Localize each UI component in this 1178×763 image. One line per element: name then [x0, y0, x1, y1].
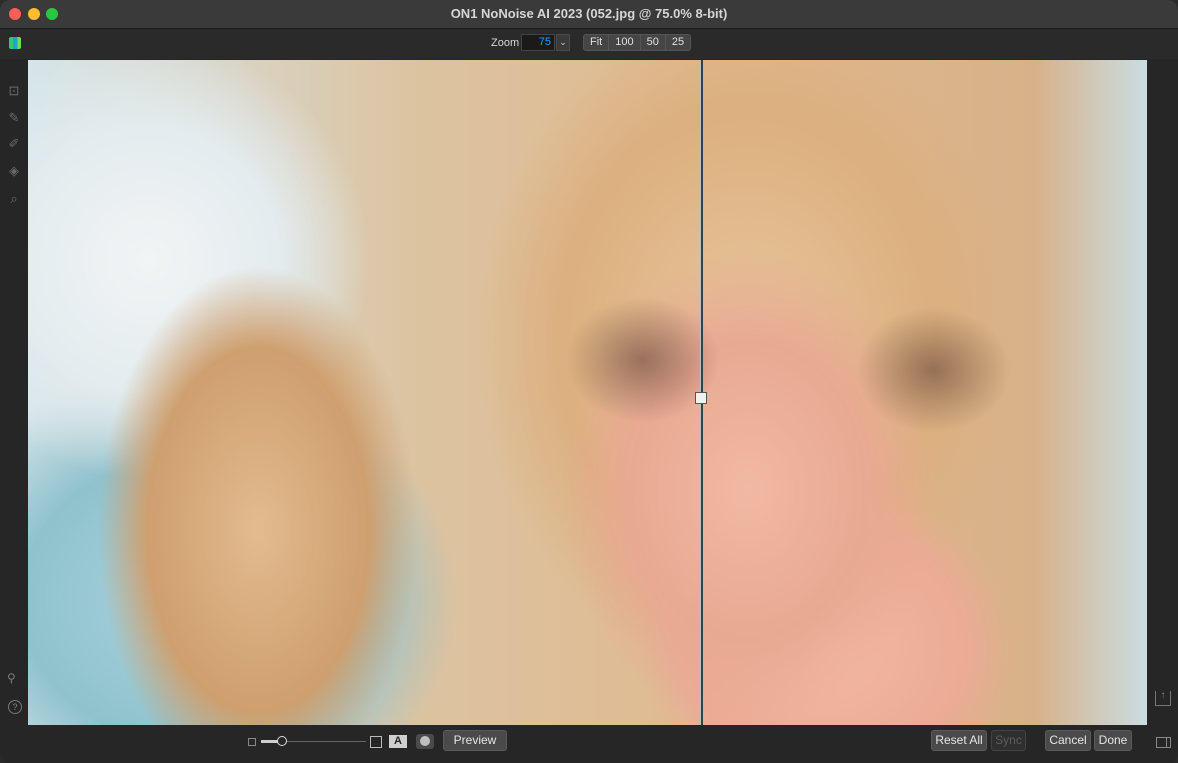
thumbnail-large-icon[interactable]	[370, 736, 382, 748]
split-handle[interactable]	[695, 392, 707, 404]
zoom-tool-icon[interactable]: ⌕	[6, 191, 22, 207]
thumbnail-small-icon[interactable]	[248, 738, 256, 746]
zoom-50-button[interactable]: 50	[639, 34, 666, 51]
right-panel: ↑	[1147, 59, 1178, 725]
masking-brush-icon[interactable]: ✐	[6, 136, 22, 152]
zoom-25-button[interactable]: 25	[664, 34, 692, 51]
export-icon[interactable]: ↑	[1155, 691, 1171, 706]
top-toolbar: Zoom 75 ⌄ Fit 100 50 25	[0, 29, 1178, 59]
window-title: ON1 NoNoise AI 2023 (052.jpg @ 75.0% 8-b…	[450, 6, 728, 21]
zoom-input[interactable]: 75	[521, 34, 555, 51]
view-mode-a-icon[interactable]: A	[389, 735, 407, 748]
app-logo-icon[interactable]	[9, 37, 21, 49]
cancel-button[interactable]: Cancel	[1045, 730, 1091, 751]
sync-button[interactable]: Sync	[991, 730, 1026, 751]
size-slider-knob[interactable]	[277, 736, 287, 746]
title-bar: ON1 NoNoise AI 2023 (052.jpg @ 75.0% 8-b…	[0, 0, 1178, 29]
image-preview[interactable]	[28, 60, 1147, 725]
crop-icon[interactable]: ⊡	[6, 83, 22, 99]
user-icon[interactable]: ⚲	[7, 671, 16, 685]
left-tool-panel: ⊡ ✎ ✐ ◈ ⌕ ⚲ ?	[0, 59, 28, 725]
done-button[interactable]: Done	[1094, 730, 1132, 751]
panel-toggle-icon[interactable]	[1156, 737, 1171, 748]
mask-view-icon[interactable]	[416, 734, 434, 749]
bottom-toolbar: A Preview Reset All Sync Cancel Done	[0, 726, 1178, 763]
preview-button[interactable]: Preview	[443, 730, 507, 751]
zoom-dropdown-icon[interactable]: ⌄	[556, 34, 570, 51]
size-slider-fill	[261, 740, 278, 743]
help-icon[interactable]: ?	[8, 700, 22, 714]
zoom-100-button[interactable]: 100	[608, 34, 641, 51]
app-window: ON1 NoNoise AI 2023 (052.jpg @ 75.0% 8-b…	[0, 0, 1178, 763]
zoom-fit-button[interactable]: Fit	[583, 34, 610, 51]
reset-all-button[interactable]: Reset All	[931, 730, 987, 751]
zoom-preset-buttons: Fit 100 50 25	[583, 34, 692, 51]
brush-icon[interactable]: ✎	[6, 110, 22, 126]
retouch-icon[interactable]: ◈	[6, 163, 22, 179]
zoom-label: Zoom	[491, 37, 520, 49]
